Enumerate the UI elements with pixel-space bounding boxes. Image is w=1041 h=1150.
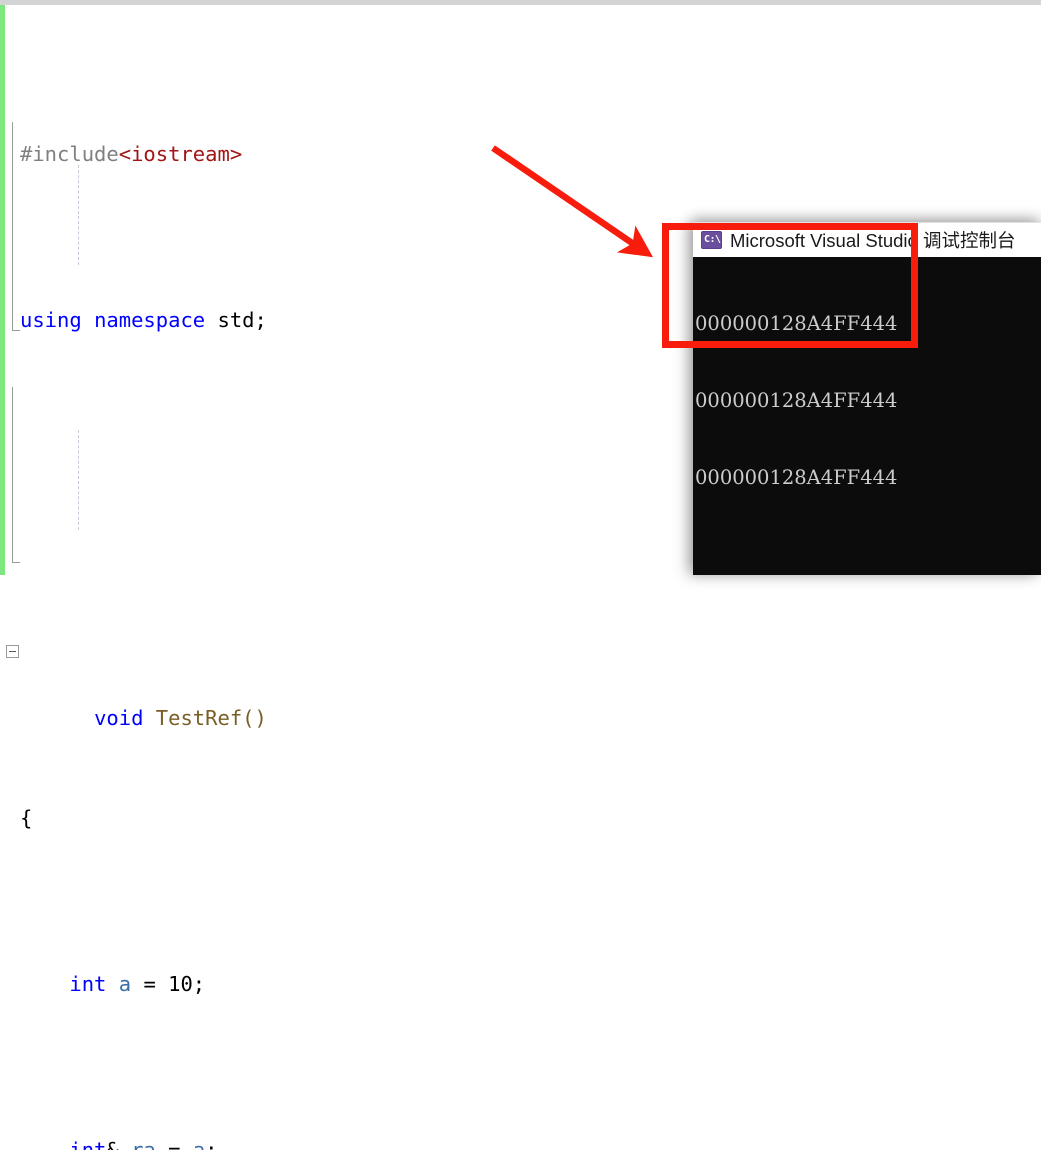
fold-guide-line-testref — [12, 122, 13, 330]
token-assign-10: = 10; — [143, 971, 206, 996]
indent-guide-testref — [78, 165, 79, 265]
code-line[interactable]: int a = 10; — [6, 968, 1041, 1001]
console-output-line: 000000128A4FF444 — [695, 312, 898, 336]
token-function-testref: TestRef() — [143, 706, 267, 731]
console-title-text: Microsoft Visual Studio 调试控制台 — [730, 230, 1016, 251]
token-ampersand: & — [106, 1137, 119, 1150]
token-brace-open: { — [20, 805, 33, 830]
code-line[interactable]: void TestRef() — [6, 636, 1041, 730]
token-assign: = — [168, 1137, 193, 1150]
token-semicolon: ; — [205, 1137, 218, 1150]
console-output-line: 000000128A4FF444 — [695, 388, 898, 412]
debug-console-window[interactable]: C:\ Microsoft Visual Studio 调试控制台 000000… — [693, 222, 1041, 575]
fold-guide-end-testref — [12, 330, 20, 331]
console-title-bar[interactable]: C:\ Microsoft Visual Studio 调试控制台 — [693, 222, 1041, 257]
indent-guide-main — [78, 430, 79, 530]
fold-collapse-icon-testref[interactable] — [6, 644, 19, 658]
token-keyword-namespace: namespace — [94, 307, 206, 332]
token-std: std; — [205, 307, 267, 332]
console-output-area[interactable]: 000000128A4FF444 000000128A4FF444 000000… — [693, 257, 1041, 575]
token-keyword-int: int — [69, 971, 107, 996]
code-line[interactable]: #include<iostream> — [6, 138, 1041, 171]
fold-guide-end-main — [12, 562, 20, 563]
token-identifier-ra: ra — [118, 1137, 169, 1150]
console-window-icon: C:\ — [701, 231, 722, 249]
console-icon-glyph: C:\ — [704, 234, 721, 245]
token-identifier-a: a — [106, 971, 144, 996]
token-keyword-void: void — [94, 706, 144, 731]
token-header-name: <iostream> — [118, 141, 243, 166]
token-identifier-a: a — [192, 1137, 206, 1150]
token-keyword-int: int — [69, 1137, 107, 1150]
editor-change-indicator-bar — [0, 5, 5, 575]
code-line[interactable]: int& ra = a; — [6, 1134, 1041, 1150]
code-line[interactable]: { — [6, 802, 1041, 835]
token-keyword-using: using — [20, 307, 82, 332]
token-preprocessor: #include — [20, 141, 119, 166]
console-output-line: 000000128A4FF444 — [695, 465, 898, 489]
fold-guide-line-main — [12, 387, 13, 562]
